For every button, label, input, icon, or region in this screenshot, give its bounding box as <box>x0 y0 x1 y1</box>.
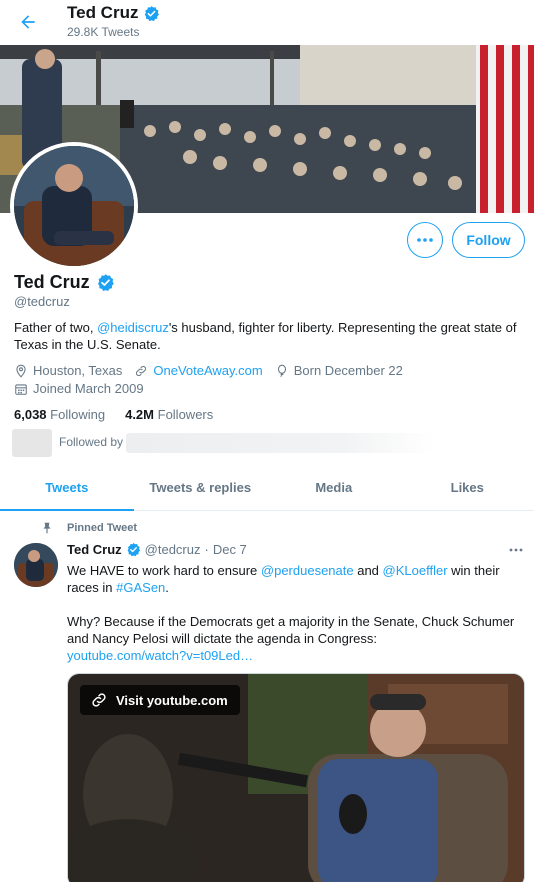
following-label: Following <box>50 407 106 422</box>
birthday-text: Born December 22 <box>293 363 403 378</box>
balloon-icon <box>277 364 286 377</box>
more-dots-icon <box>509 548 523 552</box>
back-button[interactable] <box>14 8 42 36</box>
follow-button[interactable]: Follow <box>452 222 525 258</box>
profile-header-bar: Ted Cruz 29.8K Tweets <box>0 0 534 45</box>
followed-by-label: Followed by <box>59 435 124 449</box>
visit-youtube-label: Visit youtube.com <box>116 692 228 708</box>
profile-tabs: Tweets Tweets & replies Media Likes <box>0 464 534 511</box>
website-link[interactable]: OneVoteAway.com <box>153 363 262 378</box>
header-name: Ted Cruz <box>67 3 160 23</box>
website-item: OneVoteAway.com <box>134 363 263 378</box>
profile-bio: Father of two, @heidiscruz's husband, fi… <box>14 319 526 353</box>
link-icon <box>92 693 106 707</box>
followers-count: 4.2M <box>125 407 154 422</box>
location-pin-icon <box>16 364 26 378</box>
blurred-follower-names <box>126 433 436 453</box>
tweet-url-link[interactable]: youtube.com/watch?v=t09Led… <box>67 648 253 663</box>
birthday-item: Born December 22 <box>275 363 403 378</box>
tweet-avatar-photo <box>14 543 58 587</box>
tweet-text-5: Why? Because if the Democrats get a majo… <box>67 614 515 646</box>
tab-likes[interactable]: Likes <box>401 464 534 510</box>
tweet-separator-dot: · <box>204 542 209 557</box>
header-tweet-count: 29.8K Tweets <box>67 25 140 39</box>
tweet-author-avatar[interactable] <box>14 543 58 587</box>
location-item: Houston, Texas <box>14 363 122 378</box>
tweet-mention-perduesenate[interactable]: @perduesenate <box>261 563 354 578</box>
calendar-icon <box>15 383 27 395</box>
tab-tweets[interactable]: Tweets <box>0 464 134 511</box>
bio-mention-link[interactable]: @heidiscruz <box>97 320 169 335</box>
verified-badge-icon <box>145 5 160 21</box>
tweet-author-handle: @tedcruz <box>144 542 201 557</box>
followed-by-row[interactable]: Followed by <box>12 429 452 457</box>
tweet-paragraph-2: Why? Because if the Democrats get a majo… <box>67 613 525 664</box>
tweet-more-button[interactable] <box>506 540 526 560</box>
following-stat[interactable]: 6,038 Following <box>14 407 105 422</box>
pinned-tweet-label: Pinned Tweet <box>40 521 137 535</box>
more-dots-icon <box>417 238 433 242</box>
tweet-text-1: We HAVE to work hard to ensure <box>67 563 261 578</box>
tweet-author-name[interactable]: Ted Cruz <box>67 542 122 557</box>
pinned-tweet-text: Pinned Tweet <box>67 522 138 534</box>
blurred-follower-avatars <box>12 429 52 457</box>
tweet-hashtag[interactable]: #GASen <box>116 580 165 595</box>
pin-icon <box>43 522 51 534</box>
tab-media[interactable]: Media <box>267 464 401 510</box>
tweet-text-4: . <box>165 580 169 595</box>
followers-label: Followers <box>157 407 214 422</box>
profile-handle: @tedcruz <box>14 294 70 309</box>
following-count: 6,038 <box>14 407 47 422</box>
location-text: Houston, Texas <box>33 363 123 378</box>
tab-tweets-replies[interactable]: Tweets & replies <box>134 464 268 510</box>
bio-text-pre: Father of two, <box>14 320 98 335</box>
tweet-mention-kloeffler[interactable]: @KLoeffler <box>383 563 448 578</box>
followers-stat[interactable]: 4.2M Followers <box>125 407 213 422</box>
avatar-photo <box>14 146 134 266</box>
more-options-button[interactable] <box>407 222 443 258</box>
tweet-date[interactable]: Dec 7 <box>213 542 247 557</box>
verified-badge-icon <box>97 274 114 291</box>
tweet-header: Ted Cruz @tedcruz · Dec 7 <box>67 542 247 557</box>
joined-text: Joined March 2009 <box>33 381 144 396</box>
tweet-paragraph-1: We HAVE to work hard to ensure @perduese… <box>67 562 525 596</box>
arrow-left-icon <box>21 15 35 29</box>
profile-name-text: Ted Cruz <box>14 272 90 292</box>
visit-youtube-button[interactable]: Visit youtube.com <box>80 685 240 715</box>
verified-badge-icon <box>127 542 140 557</box>
header-name-text: Ted Cruz <box>67 3 139 22</box>
joined-item: Joined March 2009 <box>14 381 144 396</box>
profile-stats: 6,038 Following 4.2M Followers <box>14 407 213 422</box>
profile-joined-row: Joined March 2009 <box>14 381 156 396</box>
profile-name: Ted Cruz <box>14 272 115 293</box>
tweet-text: We HAVE to work hard to ensure @perduese… <box>67 562 525 664</box>
profile-avatar[interactable] <box>10 142 138 270</box>
link-icon <box>136 365 147 376</box>
profile-meta-row: Houston, Texas OneVoteAway.com Born Dece… <box>14 363 415 378</box>
tweet-text-2: and <box>353 563 383 578</box>
